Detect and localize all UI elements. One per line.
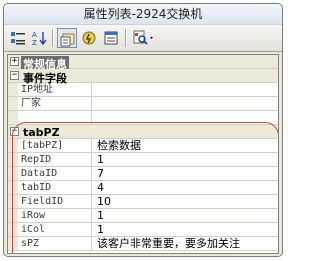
property-name: RepID [21,153,92,166]
categorized-button[interactable] [8,28,28,48]
pages-button[interactable] [101,28,121,48]
toolbar-separator [125,29,127,47]
row-gutter [8,97,18,110]
svg-text:A: A [32,31,37,39]
category-general[interactable]: + 常规信息 [8,55,278,72]
collapse-icon[interactable]: − [10,71,19,80]
property-name: FieldID [21,195,92,208]
toolbar: A Z [4,25,282,52]
property-value[interactable]: 检索数据 [97,139,141,152]
row-gutter [8,181,18,194]
sort-az-icon: A Z [32,31,47,46]
search-icon [133,30,153,45]
events-button[interactable] [79,28,99,48]
category-label: tabPZ [23,126,60,139]
row-gutter [8,139,18,152]
row-gutter [8,223,18,236]
property-name: [tabPZ] [21,139,92,152]
categorized-icon [11,32,25,45]
property-row[interactable]: sPZ 该客户非常重要，要多加关注 [8,237,278,251]
property-name: IP地址 [21,83,92,96]
row-gutter [8,153,18,166]
property-value[interactable]: 7 [97,167,104,180]
property-grid: + 常规信息 − 事件字段 IP地址 厂家 − tabPZ [tabPZ] 检索… [7,54,279,254]
properties-icon [60,33,75,47]
property-row[interactable]: iCol 1 [8,223,278,237]
row-gutter [8,111,18,124]
property-row[interactable]: RepID 1 [8,153,278,167]
property-name: sPZ [21,237,92,250]
property-name: iCol [21,223,92,236]
row-gutter [8,195,18,208]
properties-button[interactable] [57,28,77,48]
property-value[interactable]: 10 [97,195,111,208]
svg-text:Z: Z [32,39,37,46]
empty-row [8,111,278,125]
row-gutter [8,83,18,96]
expand-icon[interactable]: + [10,57,19,66]
property-row[interactable]: iRow 1 [8,209,278,223]
property-row[interactable]: tabID 4 [8,181,278,195]
row-gutter [8,167,18,180]
property-value[interactable]: 该客户非常重要，要多加关注 [97,237,240,250]
property-window: 属性列表-2924交换机 A Z + 常规信息 − 事件字段 IP地址 厂家 −… [3,3,283,257]
collapse-icon[interactable]: − [10,127,19,136]
chevron-down-icon [150,37,153,39]
window-title: 属性列表-2924交换机 [4,4,282,25]
alphabetical-button[interactable]: A Z [29,28,49,48]
property-name [21,111,92,124]
toolbar-separator [52,29,54,47]
events-icon [82,31,96,45]
property-row[interactable]: IP地址 [8,83,278,97]
property-row[interactable]: FieldID 10 [8,195,278,209]
property-row[interactable]: DataID 7 [8,167,278,181]
property-name: 厂家 [21,97,92,110]
category-events[interactable]: − 事件字段 [8,69,278,85]
property-row[interactable]: [tabPZ] 检索数据 [8,139,278,153]
pages-icon [104,31,118,45]
property-value[interactable]: 1 [97,153,104,166]
property-value[interactable]: 4 [97,181,104,194]
search-dropdown-button[interactable] [131,28,159,48]
category-tabpz[interactable]: − tabPZ [8,125,278,139]
property-name: DataID [21,167,92,180]
property-value[interactable]: 1 [97,209,104,222]
property-name: tabID [21,181,92,194]
row-gutter [8,237,18,250]
property-row[interactable]: 厂家 [8,97,278,111]
property-name: iRow [21,209,92,222]
row-gutter [8,209,18,222]
property-value[interactable]: 1 [97,223,104,236]
